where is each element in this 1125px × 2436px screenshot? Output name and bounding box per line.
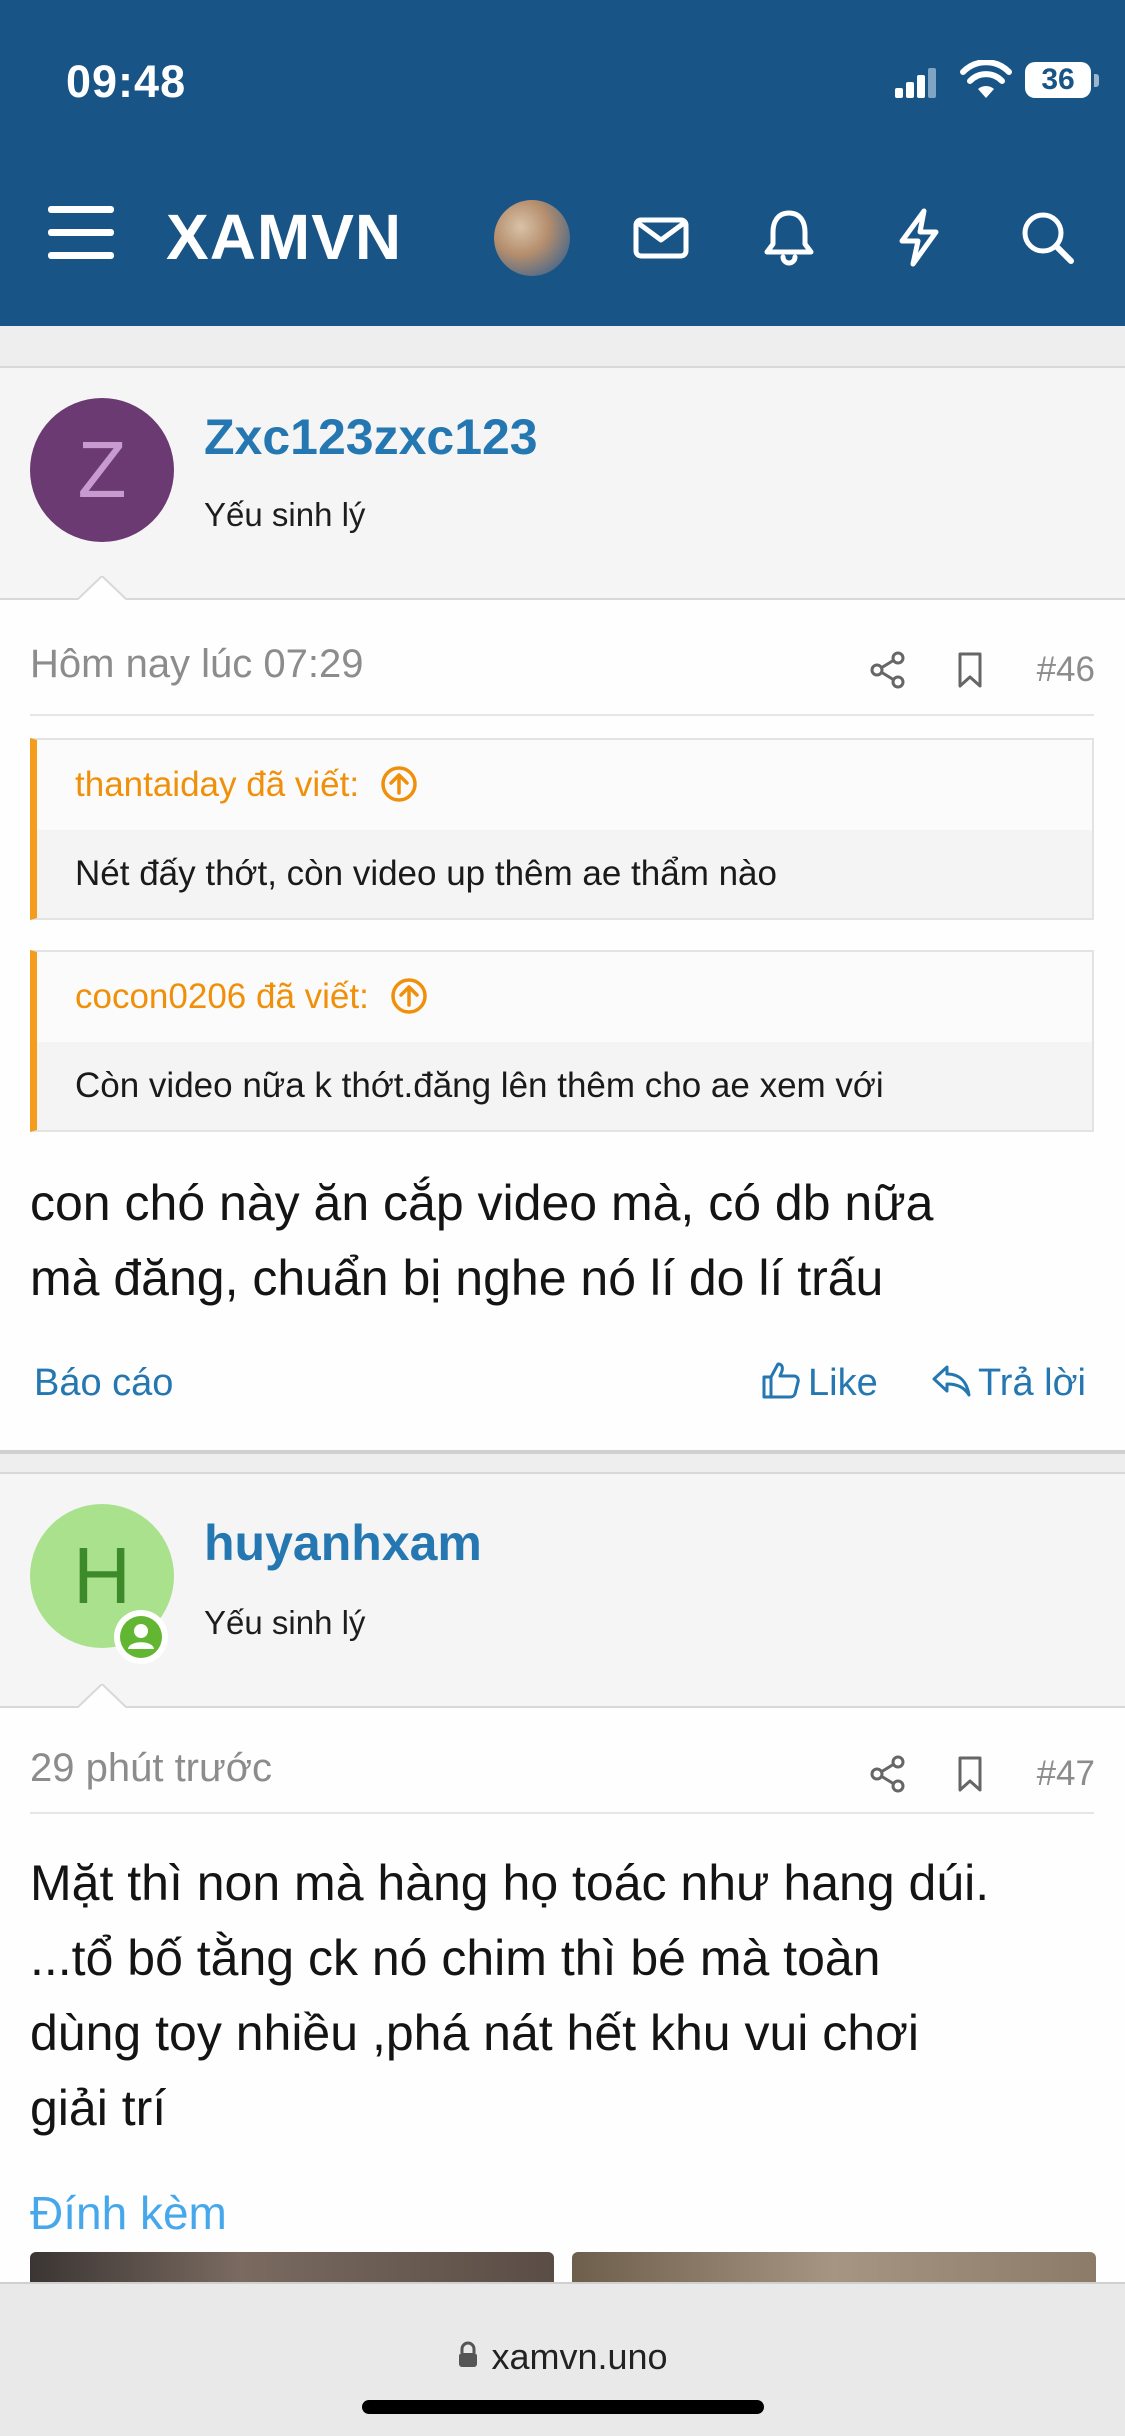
quote-header[interactable]: cocon0206 đã viết: — [37, 952, 1092, 1042]
post-userbar: H huyanhxam Yếu sinh lý — [0, 1474, 1125, 1706]
share-icon[interactable] — [868, 650, 908, 690]
account-avatar[interactable] — [494, 200, 570, 276]
post-message: con chó này ăn cắp video mà, có db nữa m… — [30, 1166, 1094, 1316]
status-icons: 36 — [865, 56, 1125, 106]
quote-text: Còn video nữa k thớt.đăng lên thêm cho a… — [37, 1042, 1092, 1130]
bookmark-icon[interactable] — [950, 1754, 990, 1794]
jump-to-quote-icon[interactable] — [389, 976, 429, 1016]
message-line: con chó này ăn cắp video mà, có db nữa — [30, 1175, 934, 1231]
post-body: 29 phút trước #47 Mặt thì non mà hàng họ… — [0, 1708, 1125, 2292]
bookmark-icon[interactable] — [950, 650, 990, 690]
cellular-signal-icon — [895, 68, 936, 98]
like-button[interactable]: Like — [760, 1362, 878, 1405]
share-icon[interactable] — [868, 1754, 908, 1794]
quote-author[interactable]: cocon0206 đã viết: — [75, 977, 369, 1016]
quote-author[interactable]: thantaiday đã viết: — [75, 765, 359, 804]
address-bar[interactable]: xamvn.uno — [0, 2336, 1125, 2378]
username-link[interactable]: Zxc123zxc123 — [204, 408, 538, 466]
page: 09:48 36 XAMVN Z Zxc123zxc123 Yếu sinh l… — [0, 0, 1125, 2436]
inbox-icon[interactable] — [630, 206, 692, 268]
lock-icon — [459, 2342, 478, 2368]
like-label: Like — [808, 1362, 878, 1404]
status-time: 09:48 — [66, 56, 187, 107]
post-number[interactable]: #46 — [1037, 650, 1095, 690]
meta-divider — [30, 1812, 1094, 1814]
post-userbar: Z Zxc123zxc123 Yếu sinh lý — [0, 368, 1125, 598]
userbar-pointer — [78, 576, 126, 600]
site-logo[interactable]: XAMVN — [166, 200, 402, 274]
online-status-icon — [114, 1610, 168, 1664]
user-title: Yếu sinh lý — [204, 1604, 366, 1641]
home-indicator[interactable] — [362, 2400, 764, 2414]
post-message: Mặt thì non mà hàng họ toác như hang dúi… — [30, 1846, 1094, 2146]
thumbs-up-icon — [762, 1362, 800, 1399]
battery-tip — [1094, 74, 1099, 87]
search-icon[interactable] — [1016, 206, 1078, 268]
app-header: 09:48 36 XAMVN — [0, 0, 1125, 326]
quote-block: cocon0206 đã viết: Còn video nữa k thớt.… — [30, 950, 1094, 1132]
user-avatar[interactable]: Z — [30, 398, 174, 542]
quote-block: thantaiday đã viết: Nét đấy thớt, còn vi… — [30, 738, 1094, 920]
meta-divider — [30, 714, 1094, 716]
post-date[interactable]: Hôm nay lúc 07:29 — [30, 642, 364, 687]
post-gap — [0, 1454, 1125, 1472]
message-line: mà đăng, chuẩn bị nghe nó lí do lí trấu — [30, 1250, 884, 1306]
post-body: Hôm nay lúc 07:29 #46 thantaiday đã viết… — [0, 600, 1125, 1450]
post-date[interactable]: 29 phút trước — [30, 1746, 272, 1791]
message-line: giải trí — [30, 2080, 167, 2136]
quote-header[interactable]: thantaiday đã viết: — [37, 740, 1092, 830]
user-title: Yếu sinh lý — [204, 496, 366, 533]
message-line: Mặt thì non mà hàng họ toác như hang dúi… — [30, 1855, 990, 1911]
userbar-pointer — [78, 1684, 126, 1708]
post-number[interactable]: #47 — [1037, 1754, 1095, 1794]
jump-to-quote-icon[interactable] — [379, 764, 419, 804]
attachments-heading: Đính kèm — [30, 2187, 227, 2239]
url-text: xamvn.uno — [491, 2336, 668, 2377]
browser-bottom-bar: xamvn.uno — [0, 2282, 1125, 2436]
wifi-icon — [960, 60, 1012, 98]
reply-label: Trả lời — [978, 1362, 1086, 1404]
quote-text: Nét đấy thớt, còn video up thêm ae thẩm … — [37, 830, 1092, 918]
reply-button[interactable]: Trả lời — [930, 1362, 1086, 1405]
menu-button[interactable] — [48, 206, 114, 260]
battery-indicator: 36 — [1025, 62, 1091, 98]
bell-icon[interactable] — [758, 206, 820, 268]
reply-icon — [932, 1365, 971, 1397]
message-line: dùng toy nhiều ,phá nát hết khu vui chơi — [30, 2005, 919, 2061]
username-link[interactable]: huyanhxam — [204, 1514, 482, 1572]
message-line: ...tổ bố tằng ck nó chim thì bé mà toàn — [30, 1930, 881, 1986]
report-link[interactable]: Báo cáo — [34, 1362, 173, 1405]
lightning-icon[interactable] — [888, 206, 950, 268]
